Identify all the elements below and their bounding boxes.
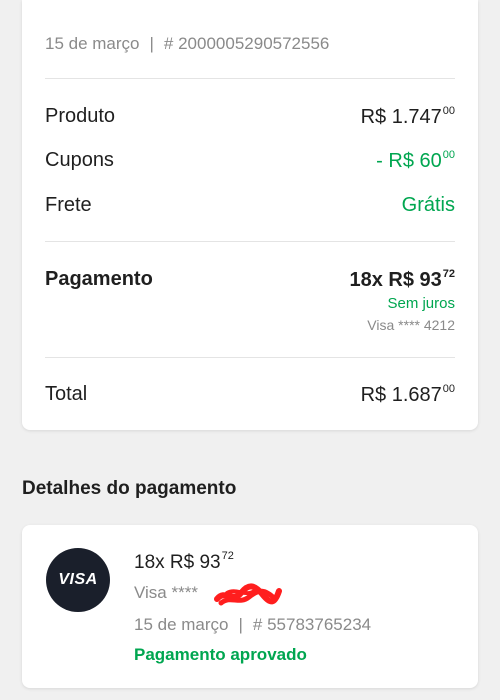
total-cents: 00 xyxy=(442,383,455,395)
card-masked: Visa **** xyxy=(134,583,198,602)
separator: | xyxy=(149,34,154,53)
payment-cents: 72 xyxy=(442,268,455,280)
installments-cents: 72 xyxy=(221,550,234,562)
total-value: R$ 1.68700 xyxy=(361,383,455,407)
divider xyxy=(45,78,455,79)
product-cents: 00 xyxy=(442,105,455,117)
visa-logo-text: VISA xyxy=(58,571,98,588)
payment-meta: 15 de março | # 55783765234 xyxy=(134,615,371,635)
coupons-amount: - R$ 60 xyxy=(376,150,442,172)
order-number: # 2000005290572556 xyxy=(163,34,330,53)
payment-amount: 18x R$ 93 xyxy=(349,269,442,291)
divider xyxy=(45,241,455,242)
payment-card: Visa **** 4212 xyxy=(367,317,455,333)
coupons-cents: 00 xyxy=(442,149,455,161)
installments-value: 18x R$ 9372 xyxy=(134,550,234,574)
payment-status: Pagamento aprovado xyxy=(134,645,307,664)
visa-card-icon: VISA xyxy=(46,548,110,612)
payment-label: Pagamento xyxy=(45,268,153,290)
order-summary-card: 15 de março | # 2000005290572556 Produto R… xyxy=(22,0,478,430)
divider xyxy=(45,357,455,358)
interest-free-label: Sem juros xyxy=(387,295,455,312)
order-meta: 15 de março | # 2000005290572556 xyxy=(45,34,329,54)
coupons-value: - R$ 6000 xyxy=(376,149,455,173)
product-label: Produto xyxy=(45,105,116,127)
shipping-label: Frete xyxy=(45,194,92,216)
payment-value: 18x R$ 9372 xyxy=(349,268,455,292)
payment-date: 15 de março xyxy=(134,615,229,634)
total-amount: R$ 1.687 xyxy=(360,384,442,406)
installments-amount: 18x R$ 93 xyxy=(134,552,221,573)
order-date: 15 de março xyxy=(45,34,140,53)
separator: | xyxy=(238,615,243,634)
section-title: Detalhes do pagamento xyxy=(22,478,237,499)
operation-number: # 55783765234 xyxy=(252,615,372,634)
coupons-label: Cupons xyxy=(45,149,114,171)
total-label: Total xyxy=(45,383,88,405)
product-amount: R$ 1.747 xyxy=(360,106,442,128)
redaction-scribble xyxy=(214,583,282,606)
product-value: R$ 1.74700 xyxy=(361,105,455,129)
shipping-value: Grátis xyxy=(401,194,455,216)
payment-detail-card[interactable]: VISA 18x R$ 9372 Visa **** 15 de março | #… xyxy=(22,525,478,688)
